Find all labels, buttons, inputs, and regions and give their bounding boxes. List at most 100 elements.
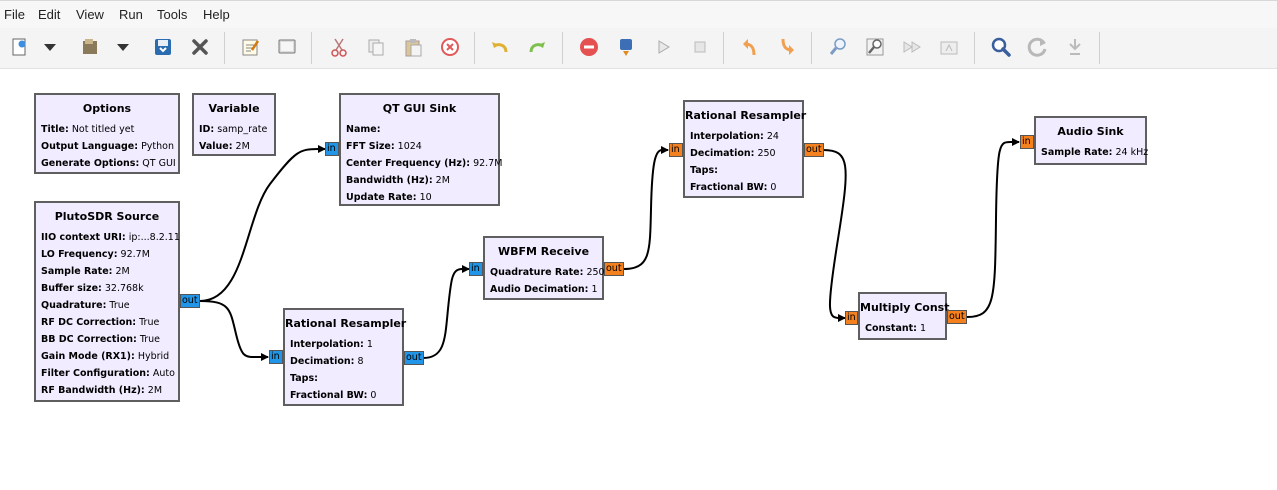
block-param: Decimation: 8 xyxy=(290,356,364,367)
disable-icon[interactable] xyxy=(576,34,602,60)
cut-icon[interactable] xyxy=(326,34,352,60)
block-param: Title: Not titled yet xyxy=(41,124,135,135)
wbfm-receive-out-port[interactable]: out xyxy=(604,262,624,276)
multiply-const-out-port[interactable]: out xyxy=(947,310,967,324)
block-param: Constant: 1 xyxy=(865,323,927,334)
menu-edit[interactable]: Edit xyxy=(38,7,60,22)
block-param: Audio Decimation: 1 xyxy=(490,284,598,295)
variable-block[interactable]: Variable ID: samp_rate Value: 2M xyxy=(192,93,276,156)
flowgraph-canvas[interactable]: Options Title: Not titled yet Output Lan… xyxy=(0,69,1277,490)
block-title: PlutoSDR Source xyxy=(54,210,160,223)
menu-bar: File Edit View Run Tools Help xyxy=(0,0,1277,29)
menu-file[interactable]: File xyxy=(4,7,25,22)
wbfm-receive-in-port[interactable]: in xyxy=(469,262,483,276)
plutosdr-source-block[interactable]: PlutoSDR Source IIO context URI: ip:...8… xyxy=(34,201,180,402)
wire-source-to-qtsink xyxy=(199,145,326,302)
wire-multiply-to-audiosink xyxy=(966,138,1020,318)
block-param: Generate Options: QT GUI xyxy=(41,158,176,169)
block-title: Options xyxy=(82,102,132,115)
reload-icon[interactable] xyxy=(1025,34,1051,60)
qt-gui-sink-block[interactable]: QT GUI Sink Name: FFT Size: 1024 Center … xyxy=(339,93,503,206)
block-title: Rational Resampler xyxy=(285,317,407,330)
block-param: RF Bandwidth (Hz): 2M xyxy=(41,385,163,396)
block-param: Sample Rate: 24 kHz xyxy=(1041,147,1149,158)
wire-resampler1-to-wbfm xyxy=(422,265,470,359)
block-param: Decimation: 250 xyxy=(690,148,776,159)
block-param: IIO context URI: ip:...8.2.11 xyxy=(41,232,180,243)
block-param: Fractional BW: 0 xyxy=(690,182,777,193)
options-block[interactable]: Options Title: Not titled yet Output Lan… xyxy=(34,93,180,174)
block-param: LO Frequency: 92.7M xyxy=(41,249,150,260)
close-icon[interactable] xyxy=(187,34,213,60)
generate-icon[interactable] xyxy=(613,34,639,60)
open-icon[interactable] xyxy=(77,34,103,60)
wbfm-receive-block[interactable]: WBFM Receive Quadrature Rate: 250k Audio… xyxy=(483,236,611,300)
block-param: BB DC Correction: True xyxy=(41,334,161,345)
block-title: Variable xyxy=(208,102,260,115)
block-param: Interpolation: 24 xyxy=(690,131,779,142)
stop-icon[interactable] xyxy=(687,34,713,60)
wire-resampler2-to-multiply xyxy=(822,149,847,322)
rotate-cw-icon[interactable] xyxy=(774,34,800,60)
block-param: Fractional BW: 0 xyxy=(290,390,377,401)
block-param: Value: 2M xyxy=(199,141,250,152)
block-param: Buffer size: 32.768k xyxy=(41,283,144,294)
menu-help[interactable]: Help xyxy=(203,7,230,22)
zoom-icon[interactable] xyxy=(862,34,888,60)
block-param: Taps: xyxy=(290,373,318,384)
block-param: FFT Size: 1024 xyxy=(346,141,422,152)
block-title: Audio Sink xyxy=(1057,125,1124,138)
toolbar xyxy=(0,28,1277,69)
block-param: Taps: xyxy=(690,165,718,176)
multiply-const-in-port[interactable]: in xyxy=(845,311,858,325)
block-param: ID: samp_rate xyxy=(199,124,268,135)
print-icon[interactable] xyxy=(936,34,962,60)
find-icon[interactable] xyxy=(825,34,851,60)
multiply-const-block[interactable]: Multiply Const Constant: 1 xyxy=(858,292,950,340)
undo-icon[interactable] xyxy=(487,34,513,60)
qt-gui-sink-in-port[interactable]: in xyxy=(325,142,339,156)
edit-icon[interactable] xyxy=(237,34,263,60)
bypass-icon[interactable] xyxy=(1062,34,1088,60)
menu-view[interactable]: View xyxy=(76,7,104,22)
rational-resampler-1-out-port[interactable]: out xyxy=(404,351,424,365)
search-icon[interactable] xyxy=(988,34,1014,60)
block-param: Interpolation: 1 xyxy=(290,339,373,350)
rational-resampler-1-block[interactable]: Rational Resampler Interpolation: 1 Deci… xyxy=(283,308,407,406)
wire-source-to-resampler1 xyxy=(199,300,269,361)
screen-icon[interactable] xyxy=(274,34,300,60)
block-title: Rational Resampler xyxy=(685,109,807,122)
save-icon[interactable] xyxy=(150,34,176,60)
wire-wbfm-to-resampler2 xyxy=(622,146,669,270)
new-icon[interactable] xyxy=(6,34,32,60)
rotate-ccw-icon[interactable] xyxy=(737,34,763,60)
block-param: Update Rate: 10 xyxy=(346,192,432,203)
block-param: Sample Rate: 2M xyxy=(41,266,130,277)
block-param: Output Language: Python xyxy=(41,141,175,152)
block-param: Quadrature Rate: 250k xyxy=(490,267,611,278)
copy-icon[interactable] xyxy=(363,34,389,60)
audio-sink-in-port[interactable]: in xyxy=(1020,135,1034,149)
block-title: WBFM Receive xyxy=(497,245,590,258)
redo-icon[interactable] xyxy=(524,34,550,60)
rational-resampler-2-block[interactable]: Rational Resampler Interpolation: 24 Dec… xyxy=(683,100,807,198)
block-param: Quadrature: True xyxy=(41,300,130,311)
paste-icon[interactable] xyxy=(400,34,426,60)
rational-resampler-1-in-port[interactable]: in xyxy=(269,350,283,364)
forward-icon[interactable] xyxy=(899,34,925,60)
audio-sink-block[interactable]: Audio Sink Sample Rate: 24 kHz xyxy=(1034,116,1149,165)
block-title: QT GUI Sink xyxy=(382,102,457,115)
dropdown-icon[interactable] xyxy=(40,34,60,60)
block-param: Center Frequency (Hz): 92.7M xyxy=(346,158,503,169)
menu-run[interactable]: Run xyxy=(119,7,143,22)
rational-resampler-2-in-port[interactable]: in xyxy=(669,143,683,157)
plutosdr-source-out-port[interactable]: out xyxy=(180,294,200,308)
dropdown-icon[interactable] xyxy=(113,34,133,60)
rational-resampler-2-out-port[interactable]: out xyxy=(804,143,824,157)
delete-icon[interactable] xyxy=(437,34,463,60)
block-param: Gain Mode (RX1): Hybrid xyxy=(41,351,170,362)
block-param: RF DC Correction: True xyxy=(41,317,160,328)
block-title: Multiply Const xyxy=(860,301,950,314)
menu-tools[interactable]: Tools xyxy=(157,7,187,22)
execute-icon[interactable] xyxy=(650,34,676,60)
